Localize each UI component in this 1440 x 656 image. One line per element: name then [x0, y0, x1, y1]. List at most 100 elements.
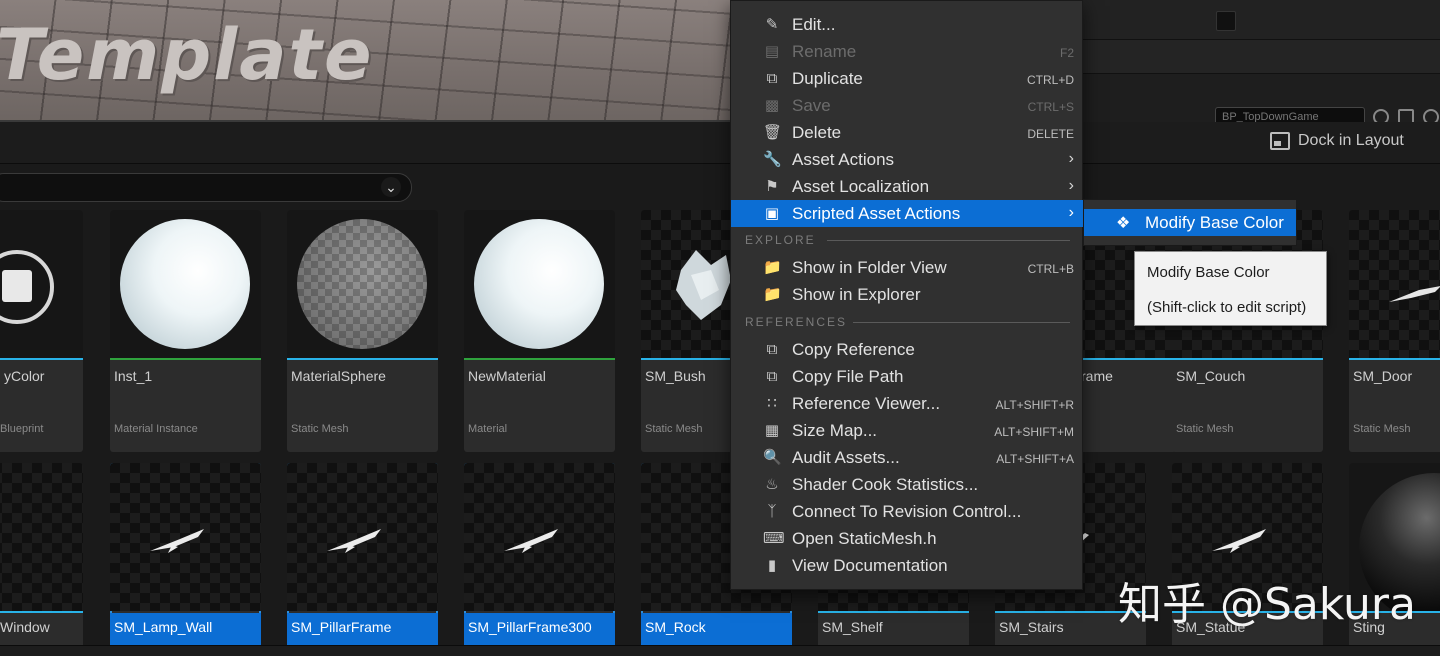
menu-item-show-in-folder-view[interactable]: 📁 Show in Folder View CTRL+B: [731, 254, 1084, 281]
mesh-preview: [150, 529, 204, 553]
menu-item-reference-viewer[interactable]: ∷ Reference Viewer... ALT+SHIFT+R: [731, 390, 1084, 417]
menu-item-asset-actions[interactable]: 🔧 Asset Actions ›: [731, 146, 1084, 173]
viewport-template-text: Template: [0, 14, 374, 96]
menu-item-shortcut: DELETE: [1027, 127, 1074, 141]
asset-name: MaterialSphere: [291, 368, 386, 384]
asset-type: Static Mesh: [645, 423, 703, 435]
menu-item-label: Show in Folder View: [792, 258, 947, 277]
material-sphere-preview: [474, 219, 604, 349]
menu-item-label: Copy File Path: [792, 367, 904, 386]
asset-tile[interactable]: NewMaterial Material: [464, 210, 615, 452]
menu-item-duplicate[interactable]: ⧉ Duplicate CTRL+D: [731, 65, 1084, 92]
menu-item-label: Asset Actions: [792, 150, 895, 169]
asset-type: Material Instance: [114, 423, 198, 435]
asset-name: NewMaterial: [468, 368, 546, 384]
menu-item-size-map[interactable]: ▦ Size Map... ALT+SHIFT+M: [731, 417, 1084, 444]
section-divider: [853, 322, 1070, 323]
asset-tile[interactable]: yColor Blueprint: [0, 210, 83, 452]
rename-icon: ▤: [764, 43, 780, 60]
asset-tile[interactable]: Inst_1 Material Instance: [110, 210, 261, 452]
asset-tile[interactable]: SM_Door Static Mesh: [1349, 210, 1440, 452]
asset-tile-selected[interactable]: SM_PillarFrame: [287, 463, 438, 653]
scripted-actions-submenu: ❖ Modify Base Color: [1083, 199, 1297, 246]
asset-name: rame: [1081, 368, 1113, 384]
menu-item-label: View Documentation: [792, 556, 948, 575]
asset-thumbnail: [0, 210, 83, 358]
menu-item-shader-cook-statistics[interactable]: ♨ Shader Cook Statistics...: [731, 471, 1084, 498]
asset-thumbnail: [110, 463, 261, 611]
flag-icon: ⚑: [765, 178, 779, 195]
asset-tile[interactable]: Window: [0, 463, 83, 653]
menu-item-copy-file-path[interactable]: ⧉ Copy File Path: [731, 363, 1084, 390]
menu-item-rename[interactable]: ▤ Rename F2: [731, 38, 1084, 65]
menu-item-label: Asset Localization: [792, 177, 930, 196]
watermark: 知乎 @Sakura: [1118, 579, 1416, 630]
menu-item-save[interactable]: ▩ Save CTRL+S: [731, 92, 1084, 119]
asset-name: Window: [0, 619, 50, 635]
unreal-editor-window: Template BP_TopDownGame Dock in Layout ⌄…: [0, 0, 1440, 656]
details-panel-row-2: [1083, 40, 1440, 74]
asset-type-stripe: [0, 358, 83, 360]
checkbox[interactable]: [1216, 11, 1236, 31]
asset-type: Blueprint: [0, 423, 44, 435]
asset-name: SM_Stairs: [999, 619, 1064, 635]
asset-tile[interactable]: MaterialSphere Static Mesh: [287, 210, 438, 452]
menu-item-shortcut: ALT+SHIFT+A: [996, 452, 1074, 466]
mesh-preview: [504, 529, 558, 553]
asset-name: SM_Couch: [1176, 368, 1246, 384]
mesh-sphere-preview: [297, 219, 427, 349]
section-header-explore: EXPLORE: [745, 233, 816, 247]
menu-item-shortcut: CTRL+D: [1026, 73, 1074, 87]
menu-item-label: Connect To Revision Control...: [792, 502, 1022, 521]
menu-item-label: Edit...: [792, 15, 836, 34]
asset-tile-selected[interactable]: SM_Lamp_Wall: [110, 463, 261, 653]
menu-item-shortcut: ALT+SHIFT+M: [994, 425, 1074, 439]
menu-item-delete[interactable]: 🗑 Delete DELETE: [731, 119, 1084, 146]
menu-item-scripted-asset-actions[interactable]: ▣ Scripted Asset Actions ›: [731, 200, 1084, 227]
asset-thumbnail: [464, 463, 615, 611]
duplicate-icon: ⧉: [766, 70, 778, 87]
material-sphere-preview: [120, 219, 250, 349]
section-header-references: REFERENCES: [745, 315, 848, 329]
asset-thumbnail: [287, 210, 438, 358]
diamond-icon: ❖: [1116, 215, 1131, 232]
asset-type: Static Mesh: [291, 423, 349, 435]
menu-item-open-staticmesh-h[interactable]: ⌨ Open StaticMesh.h: [731, 525, 1084, 552]
menu-item-edit[interactable]: ✎ Edit...: [731, 11, 1084, 38]
context-menu: ✎ Edit... ▤ Rename F2 ⧉ Duplicate CTRL+D…: [730, 0, 1084, 590]
menu-item-connect-revision-control[interactable]: ᛉ Connect To Revision Control...: [731, 498, 1084, 525]
chevron-down-icon[interactable]: ⌄: [381, 177, 401, 197]
search-input[interactable]: ⌄: [0, 173, 412, 202]
menu-item-label: Shader Cook Statistics...: [792, 475, 979, 494]
asset-name: Inst_1: [114, 368, 153, 384]
asset-thumbnail: [0, 463, 83, 611]
level-viewport[interactable]: Template: [0, 0, 730, 122]
blueprint-icon: [0, 250, 54, 324]
content-browser-header: [0, 122, 1440, 164]
mesh-preview: [327, 529, 381, 553]
section-divider: [827, 240, 1070, 241]
code-icon: ⌨: [763, 530, 785, 547]
asset-name: SM_PillarFrame300: [468, 619, 592, 635]
menu-item-modify-base-color[interactable]: ❖ Modify Base Color: [1084, 209, 1296, 236]
dock-layout-icon: [1270, 132, 1290, 150]
asset-type-stripe: [110, 358, 261, 360]
menu-item-audit-assets[interactable]: 🔍 Audit Assets... ALT+SHIFT+A: [731, 444, 1084, 471]
menu-item-label: Open StaticMesh.h: [792, 529, 937, 548]
asset-thumbnail: [464, 210, 615, 358]
asset-tile-selected[interactable]: SM_PillarFrame300: [464, 463, 615, 653]
tooltip: Modify Base Color (Shift-click to edit s…: [1134, 251, 1327, 326]
menu-item-asset-localization[interactable]: ⚑ Asset Localization ›: [731, 173, 1084, 200]
asset-name: SM_Lamp_Wall: [114, 619, 213, 635]
save-icon: ▩: [764, 97, 780, 114]
asset-tile[interactable]: SM_Couch Static Mesh: [1172, 210, 1323, 452]
menu-item-label: Modify Base Color: [1145, 213, 1284, 232]
menu-item-show-in-explorer[interactable]: 📁 Show in Explorer: [731, 281, 1084, 308]
menu-item-view-documentation[interactable]: ▮ View Documentation: [731, 552, 1084, 579]
menu-item-label: Delete: [792, 123, 842, 142]
copy-icon: ⧉: [766, 341, 778, 358]
audit-icon: 🔍: [763, 449, 782, 466]
dock-in-layout-button[interactable]: Dock in Layout: [1270, 132, 1404, 150]
menu-item-copy-reference[interactable]: ⧉ Copy Reference: [731, 336, 1084, 363]
asset-thumbnail: [287, 463, 438, 611]
